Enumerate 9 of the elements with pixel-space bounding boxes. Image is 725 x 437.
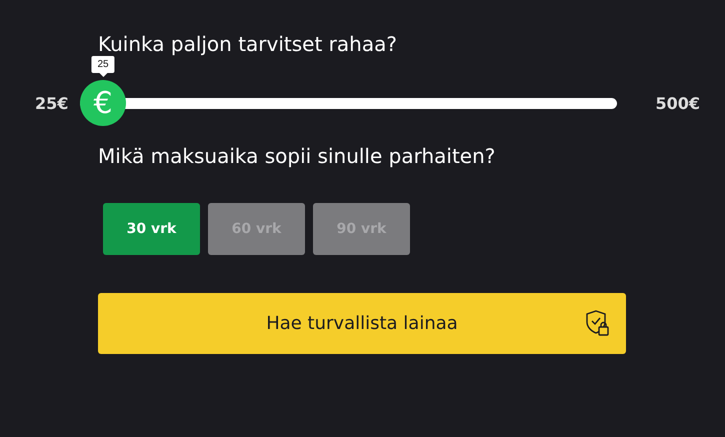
slider-thumb[interactable]: € (80, 80, 126, 126)
apply-loan-button[interactable]: Hae turvallista lainaa (98, 293, 626, 354)
question-heading: Kuinka paljon tarvitset rahaa? (98, 31, 398, 58)
max-amount-label: 500€ (655, 94, 700, 112)
question-heading: Mikä maksuaika sopii sinulle parhaiten? (98, 143, 496, 170)
min-amount-label: 25€ (35, 94, 70, 112)
shield-lock-icon (584, 309, 610, 337)
period-option[interactable]: 30 vrk (103, 203, 200, 255)
value-tooltip: 25 (91, 56, 115, 78)
